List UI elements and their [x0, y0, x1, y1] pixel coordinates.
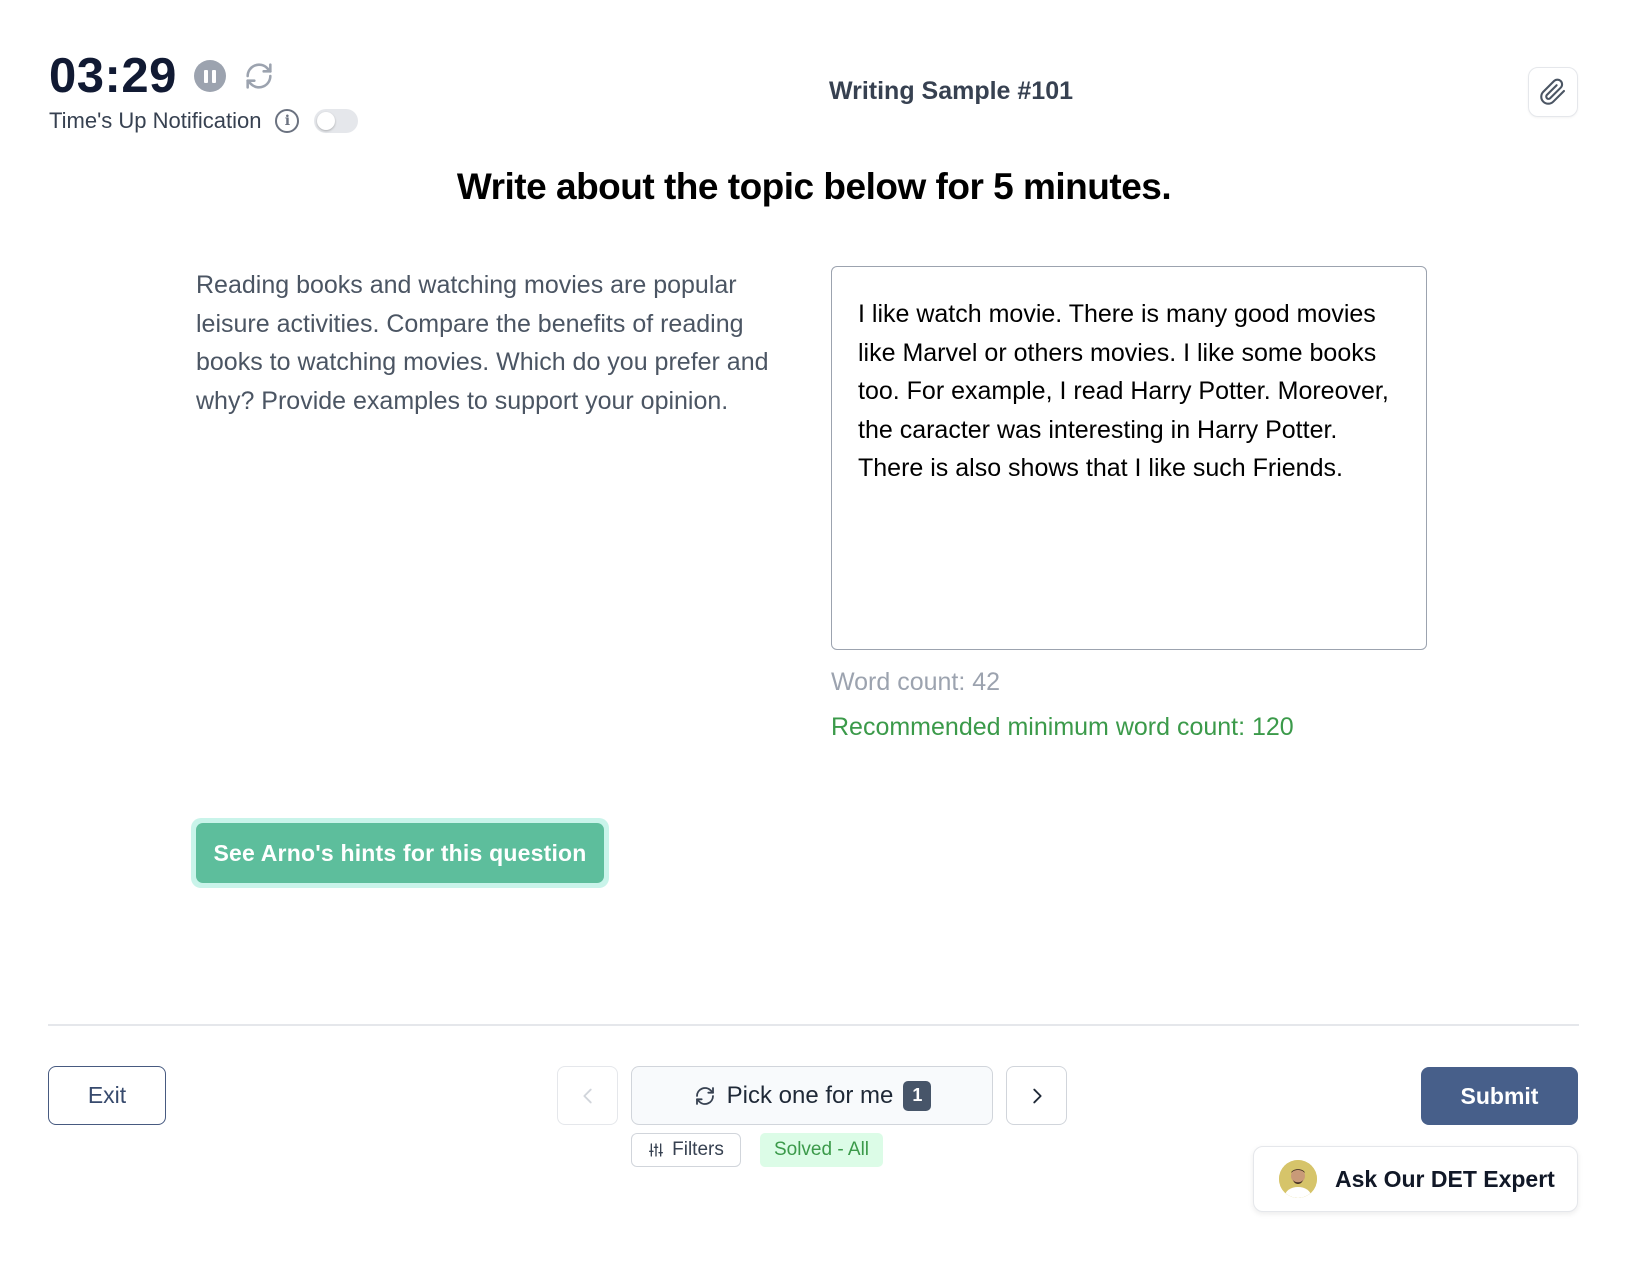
task-prompt: Reading books and watching movies are po… — [196, 271, 769, 415]
hints-button-wrapper: See Arno's hints for this question — [191, 818, 609, 888]
word-count: Word count: 42 — [831, 668, 1001, 696]
chevron-right-icon — [1032, 1088, 1042, 1103]
pick-one-label: Pick one for me — [726, 1081, 894, 1109]
ask-expert-label: Ask Our DET Expert — [1335, 1165, 1555, 1192]
sliders-icon — [649, 1143, 664, 1157]
refresh-icon — [695, 1086, 714, 1105]
filters-button[interactable]: Filters — [631, 1133, 741, 1167]
pick-one-button[interactable]: Pick one for me 1 — [631, 1066, 993, 1125]
chevron-left-icon — [582, 1088, 592, 1103]
footer-divider — [48, 1024, 1579, 1026]
avatar-icon — [1279, 1160, 1317, 1198]
attach-button[interactable] — [1528, 67, 1578, 117]
previous-question-button[interactable] — [557, 1066, 618, 1125]
paperclip-icon — [1540, 78, 1566, 105]
filters-label: Filters — [672, 1139, 724, 1160]
hints-button[interactable]: See Arno's hints for this question — [196, 823, 604, 883]
ask-expert-button[interactable]: Ask Our DET Expert — [1253, 1146, 1578, 1212]
notification-toggle[interactable] — [314, 109, 359, 133]
sample-title: Writing Sample #101 — [828, 77, 1074, 105]
notification-row: Time's Up Notification i — [49, 108, 359, 134]
info-icon[interactable]: i — [275, 109, 300, 133]
submit-button[interactable]: Submit — [1421, 1067, 1578, 1125]
pick-count-badge: 1 — [903, 1080, 932, 1111]
recommended-word-count: Recommended minimum word count: 120 — [831, 713, 1294, 741]
exit-button[interactable]: Exit — [48, 1066, 166, 1125]
answer-textarea[interactable]: I like watch movie. There is many good m… — [831, 266, 1427, 650]
next-question-button[interactable] — [1006, 1066, 1067, 1125]
toggle-knob — [317, 112, 336, 130]
avatar — [1279, 1160, 1317, 1198]
notification-label: Time's Up Notification — [49, 108, 262, 133]
task-instruction: Write about the topic below for 5 minute… — [456, 166, 1172, 207]
solved-filter-badge[interactable]: Solved - All — [760, 1133, 883, 1167]
